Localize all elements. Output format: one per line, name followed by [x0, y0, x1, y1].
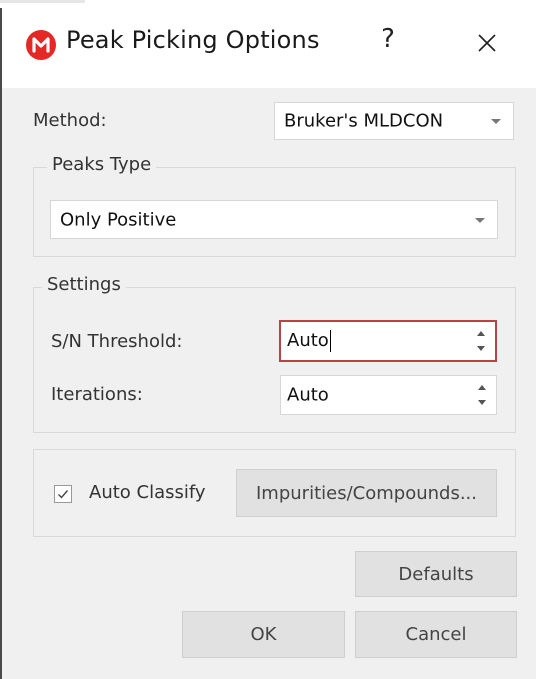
dialog-title: Peak Picking Options: [66, 26, 320, 54]
auto-classify-checkbox[interactable]: [54, 485, 72, 503]
sn-threshold-value: Auto: [287, 330, 329, 351]
close-button[interactable]: [470, 26, 504, 60]
text-caret: [329, 330, 331, 352]
peak-picking-dialog: Peak Picking Options ? Method: Bruker's …: [0, 0, 536, 679]
peaks-type-group-title: Peaks Type: [47, 154, 157, 175]
mnova-logo-icon: [26, 30, 56, 60]
help-button[interactable]: ?: [374, 24, 402, 60]
peaks-type-select-value: Only Positive: [60, 209, 177, 230]
chevron-down-icon: [475, 217, 485, 223]
window-edge-left: [0, 8, 2, 679]
peaks-type-select[interactable]: Only Positive: [50, 200, 498, 239]
spin-up-icon[interactable]: [477, 331, 485, 336]
cancel-button[interactable]: Cancel: [355, 611, 517, 658]
iterations-label: Iterations:: [51, 384, 143, 405]
sn-threshold-value-wrap: Auto: [287, 330, 331, 352]
spin-up-icon[interactable]: [478, 385, 486, 390]
chevron-down-icon: [491, 119, 501, 124]
check-icon: [58, 490, 69, 499]
method-select[interactable]: Bruker's MLDCON: [274, 102, 514, 140]
method-label: Method:: [33, 110, 107, 131]
close-icon: [478, 34, 496, 52]
ok-button[interactable]: OK: [182, 611, 345, 658]
sn-threshold-label: S/N Threshold:: [51, 331, 183, 352]
sn-threshold-spinbox[interactable]: Auto: [279, 320, 497, 362]
help-icon: ?: [381, 24, 395, 54]
defaults-button[interactable]: Defaults: [355, 551, 517, 597]
spin-down-icon[interactable]: [478, 400, 486, 405]
settings-group-title: Settings: [42, 274, 126, 295]
impurities-compounds-button[interactable]: Impurities/Compounds...: [236, 469, 497, 517]
spin-down-icon[interactable]: [477, 346, 485, 351]
iterations-spinbox[interactable]: Auto: [280, 375, 497, 415]
iterations-value: Auto: [287, 384, 329, 406]
method-select-value: Bruker's MLDCON: [284, 110, 444, 132]
window-edge-top: [0, 0, 85, 3]
auto-classify-label[interactable]: Auto Classify: [89, 482, 206, 503]
